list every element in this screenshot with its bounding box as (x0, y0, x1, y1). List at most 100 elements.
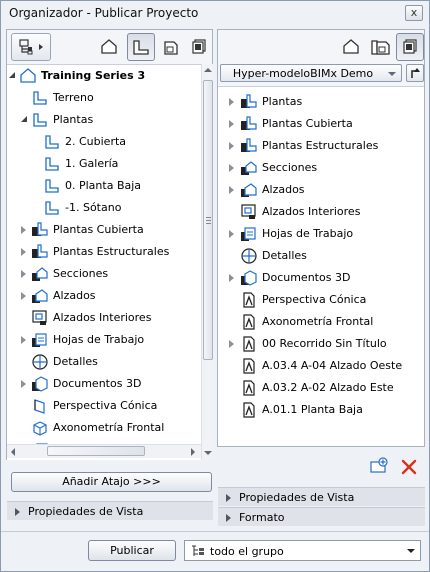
set-item[interactable]: Hojas de Trabajo (218, 223, 424, 245)
tree-item[interactable]: Plantas (7, 109, 201, 131)
close-button[interactable]: x (405, 5, 423, 21)
left-vertical-scrollbar[interactable] (201, 64, 213, 460)
tree-item[interactable]: Alzados Interiores (7, 307, 201, 329)
section-folder-icon (31, 265, 49, 283)
set-item-label: A.03.2 A-02 Alzado Este (262, 381, 394, 394)
floor-plan-icon (43, 177, 61, 195)
scroll-right-arrow[interactable] (191, 448, 195, 456)
publisher-sets-button[interactable] (187, 33, 211, 61)
set-item[interactable]: Plantas (218, 91, 424, 113)
add-shortcut-button[interactable]: Añadir Atajo >>> (11, 472, 212, 492)
set-item[interactable]: A.03.4 A-04 Alzado Oeste (218, 355, 424, 377)
publisher-icon (403, 39, 417, 54)
left-view-properties-label: Propiedades de Vista (28, 505, 144, 518)
publish-button[interactable]: Publicar (88, 540, 176, 561)
expand-arrow-icon[interactable] (229, 164, 234, 172)
set-item-label: Axonometría Frontal (262, 315, 374, 328)
layout-icon (240, 379, 258, 397)
scroll-up-arrow[interactable] (204, 68, 212, 72)
detail-icon (31, 353, 49, 371)
expand-arrow-icon[interactable] (229, 340, 234, 348)
floor-plan-icon (31, 111, 49, 129)
set-item[interactable]: Axonometría Frontal (218, 311, 424, 333)
tree-item[interactable]: Detalles (7, 351, 201, 373)
view-map-button[interactable] (127, 33, 155, 61)
set-item[interactable]: Plantas Cubierta (218, 113, 424, 135)
left-horizontal-scrollbar[interactable] (7, 444, 201, 458)
left-view-properties-section[interactable]: Propiedades de Vista (7, 501, 213, 520)
set-item[interactable]: Plantas Estructurales (218, 135, 424, 157)
floor-plan-icon (43, 155, 61, 173)
right-layout-book-button[interactable] (370, 33, 396, 61)
tree-item-label: Hojas de Trabajo (53, 333, 145, 346)
tree-item-label: Alzados (53, 289, 96, 302)
collapse-arrow-icon[interactable] (21, 116, 27, 122)
interior-elevation-icon (240, 203, 258, 221)
set-item[interactable]: Secciones (218, 157, 424, 179)
right-view-properties-section[interactable]: Propiedades de Vista (218, 487, 425, 506)
tree-item[interactable]: Axonometría Frontal (7, 417, 201, 439)
tree-item[interactable]: Perspectiva Cónica (7, 395, 201, 417)
horizontal-scroll-thumb[interactable] (47, 446, 145, 456)
expand-arrow-icon (226, 494, 231, 502)
tree-item[interactable]: 2. Cubierta (7, 131, 201, 153)
tree-item[interactable]: Alzados (7, 285, 201, 307)
expand-arrow-icon[interactable] (21, 336, 26, 344)
expand-arrow-icon[interactable] (21, 270, 26, 278)
tree-item[interactable]: 0. Planta Baja (7, 175, 201, 197)
expand-arrow-icon[interactable] (229, 230, 234, 238)
expand-arrow-icon[interactable] (21, 248, 26, 256)
publisher-set-dropdown[interactable]: Hyper-modeloBIMx Demo (220, 64, 402, 82)
expand-arrow-icon[interactable] (229, 120, 234, 128)
scroll-left-arrow[interactable] (11, 448, 15, 456)
publish-scope-select[interactable]: todo el grupo (184, 540, 421, 561)
project-map-button[interactable] (95, 33, 123, 61)
expand-arrow-icon[interactable] (229, 186, 234, 194)
set-item[interactable]: Detalles (218, 245, 424, 267)
tree-item[interactable]: 1. Galería (7, 153, 201, 175)
tree-item[interactable]: Documentos 3D (7, 373, 201, 395)
set-item-label: A.01.1 Planta Baja (262, 403, 363, 416)
set-item[interactable]: 00 Recorrido Sin Título (218, 333, 424, 355)
right-project-map-button[interactable] (338, 33, 364, 61)
right-publisher-sets-button[interactable] (396, 33, 424, 61)
tree-menu-icon (19, 39, 43, 55)
set-item[interactable]: Alzados Interiores (218, 201, 424, 223)
project-icon (19, 67, 37, 85)
tree-item[interactable]: Secciones (7, 263, 201, 285)
collapse-arrow-icon[interactable] (9, 72, 15, 78)
set-item[interactable]: Alzados (218, 179, 424, 201)
format-section[interactable]: Formato (218, 507, 425, 526)
3d-document-icon (240, 269, 258, 287)
expand-arrow-icon[interactable] (21, 292, 26, 300)
set-item-label: Alzados Interiores (262, 205, 361, 218)
set-item[interactable]: Perspectiva Cónica (218, 289, 424, 311)
scroll-down-arrow[interactable] (204, 451, 212, 455)
layout-book-button[interactable] (157, 33, 185, 61)
chevron-down-icon (407, 549, 415, 553)
tree-item[interactable]: Plantas Cubierta (7, 219, 201, 241)
tree-item[interactable]: Plantas Estructurales (7, 241, 201, 263)
expand-arrow-icon[interactable] (229, 142, 234, 150)
set-item[interactable]: A.03.2 A-02 Alzado Este (218, 377, 424, 399)
set-item-label: A.03.4 A-04 Alzado Oeste (262, 359, 403, 372)
layout-icon (240, 401, 258, 419)
delete-button[interactable] (400, 458, 418, 476)
tree-item-label: Alzados Interiores (53, 311, 152, 324)
expand-arrow-icon[interactable] (229, 98, 234, 106)
go-up-button[interactable] (406, 64, 424, 82)
tree-item[interactable]: Training Series 3 (7, 65, 201, 87)
tree-item[interactable]: Hojas de Trabajo (7, 329, 201, 351)
tree-item-label: Plantas Estructurales (53, 245, 170, 258)
tree-item[interactable]: Terreno (7, 87, 201, 109)
hierarchy-menu-button[interactable] (11, 33, 51, 61)
expand-arrow-icon[interactable] (229, 274, 234, 282)
expand-arrow-icon[interactable] (21, 226, 26, 234)
new-folder-button[interactable] (369, 456, 391, 476)
set-item[interactable]: A.01.1 Planta Baja (218, 399, 424, 421)
expand-arrow-icon[interactable] (21, 380, 26, 388)
tree-item[interactable]: -1. Sótano (7, 197, 201, 219)
set-item[interactable]: Documentos 3D (218, 267, 424, 289)
publish-scope-value: todo el grupo (210, 545, 284, 558)
scroll-thumb[interactable] (203, 80, 213, 360)
